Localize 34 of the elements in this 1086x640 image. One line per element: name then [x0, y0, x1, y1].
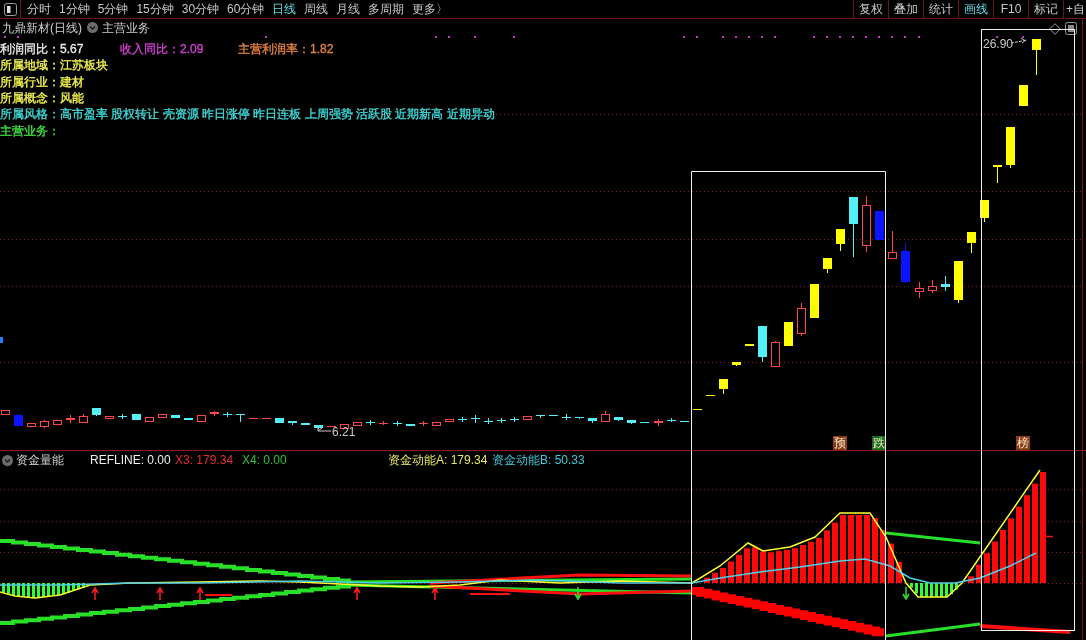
period-tab[interactable]: 日线	[272, 1, 297, 17]
toolbar-button[interactable]: 叠加	[888, 0, 923, 18]
indicator-value: 资金动能B: 50.33	[492, 453, 585, 467]
period-tab[interactable]: 更多〉	[412, 1, 449, 17]
period-tab[interactable]: 分时	[27, 1, 51, 17]
period-tab[interactable]: 30分钟	[181, 1, 220, 17]
toolbar-button[interactable]: F10	[993, 0, 1028, 18]
diamond-icon[interactable]	[1049, 23, 1061, 35]
period-tab[interactable]: 1分钟	[59, 1, 90, 17]
chevron-down-icon[interactable]	[87, 22, 98, 33]
indicator-value: 资金动能A: 179.34	[388, 453, 488, 467]
chart-title: 九鼎新材(日线)	[2, 19, 82, 37]
indicator-value: X4: 0.00	[242, 453, 287, 467]
toolbar-button[interactable]: +自	[1063, 0, 1086, 18]
period-tab[interactable]: 多周期	[368, 1, 405, 17]
toolbar-button[interactable]: 画线	[958, 0, 993, 18]
period-tab[interactable]: 月线	[336, 1, 361, 17]
chevron-down-icon[interactable]	[2, 454, 13, 466]
period-tab[interactable]: 60分钟	[227, 1, 265, 17]
signal-marker: 跌	[872, 436, 886, 450]
dropdown-label[interactable]: 主营业务	[102, 18, 150, 37]
toolbar-button[interactable]: 统计	[923, 0, 958, 18]
window-icon[interactable]	[1065, 22, 1077, 35]
indicator-value: REFLINE: 0.00	[90, 453, 171, 467]
period-tab[interactable]: 周线	[304, 1, 329, 17]
panel-icon	[3, 2, 17, 16]
period-tab[interactable]: 15分钟	[136, 1, 174, 17]
toolbar-button[interactable]: 复权	[853, 0, 888, 18]
indicator-name: 资金量能	[16, 453, 64, 467]
indicator-value: X3: 179.34	[175, 453, 234, 467]
toolbar-button[interactable]: 标记	[1028, 0, 1063, 18]
signal-marker: 预	[833, 436, 847, 450]
signal-marker: 榜	[1016, 436, 1030, 450]
period-tab[interactable]: 5分钟	[97, 1, 129, 17]
